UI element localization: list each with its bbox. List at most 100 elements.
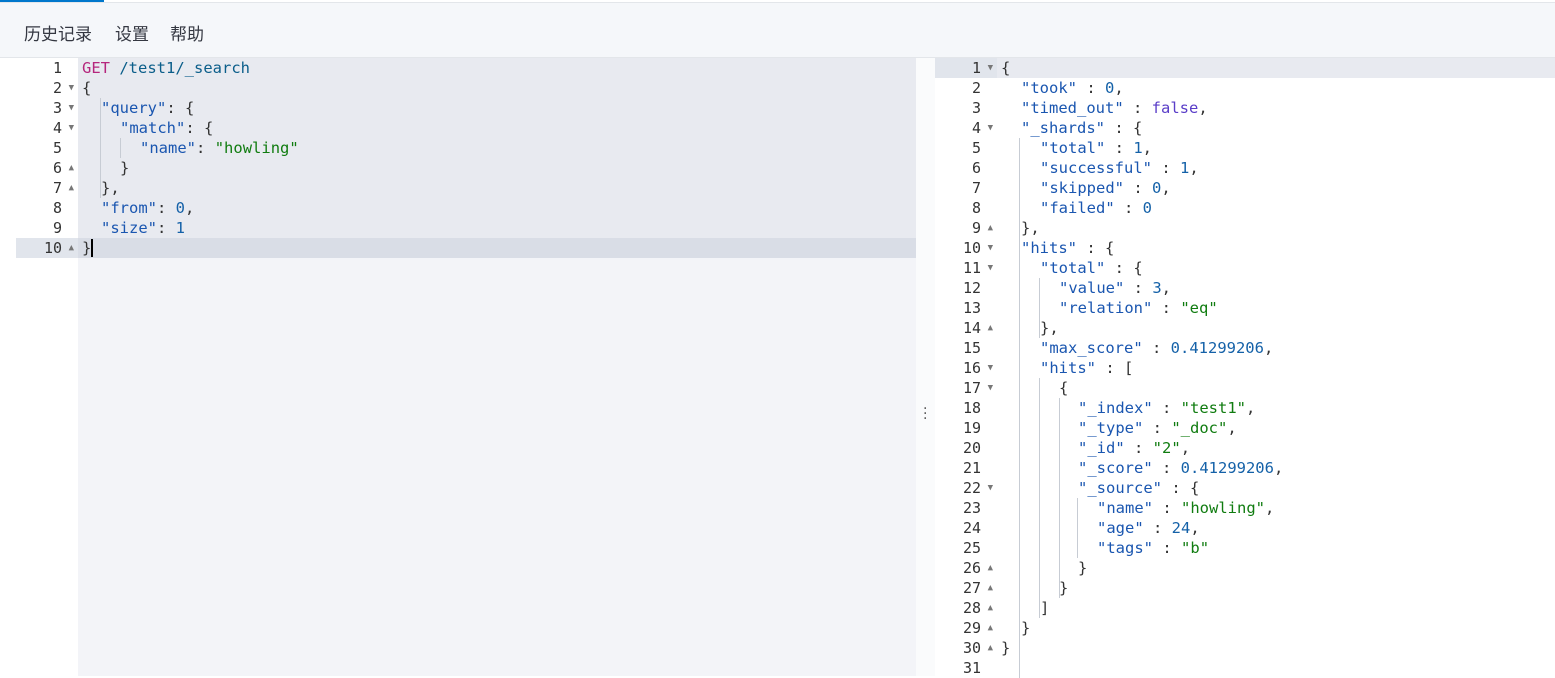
line-number: 6 ▲: [52, 158, 74, 178]
indent-guide: [120, 138, 121, 158]
code-line: "hits" : {: [1021, 239, 1115, 257]
code-line: {: [82, 79, 92, 97]
fold-up-icon[interactable]: ▲: [988, 578, 993, 598]
code-line: "name": "howling": [140, 139, 299, 157]
code-line: "took" : 0,: [1021, 79, 1124, 97]
code-line: "hits" : [: [1040, 359, 1134, 377]
indent-guide: [1039, 378, 1040, 618]
fold-up-icon[interactable]: ▲: [988, 598, 993, 618]
line-number: 1: [52, 59, 62, 77]
code-line: }: [1001, 639, 1011, 657]
line-number: 20: [962, 439, 981, 457]
fold-down-icon[interactable]: ▼: [988, 238, 993, 258]
line-number: 21: [962, 459, 981, 477]
active-line-highlight: [997, 58, 1555, 78]
fold-up-icon[interactable]: ▲: [988, 638, 993, 658]
code-line: "skipped" : 0,: [1040, 179, 1171, 197]
line-number: 13: [962, 299, 981, 317]
line-number: 8: [52, 199, 62, 217]
line-number: 22 ▼: [962, 478, 993, 498]
line-number: 8: [971, 199, 981, 217]
code-line: }: [120, 159, 130, 177]
code-line: "timed_out" : false,: [1021, 99, 1208, 117]
indent-guide: [1019, 258, 1020, 678]
fold-up-icon[interactable]: ▲: [988, 558, 993, 578]
code-line: "from": 0,: [101, 199, 195, 217]
code-line: }: [1059, 579, 1069, 597]
fold-up-icon[interactable]: ▲: [988, 218, 993, 238]
fold-down-icon[interactable]: ▼: [988, 258, 993, 278]
fold-up-icon[interactable]: ▲: [69, 178, 74, 198]
line-number: 28 ▲: [962, 598, 993, 618]
code-line: "relation" : "eq": [1059, 299, 1218, 317]
line-number: 7: [971, 179, 981, 197]
code-line: "_shards" : {: [1021, 119, 1143, 137]
line-number: 9: [52, 219, 62, 237]
line-number: 12: [962, 279, 981, 297]
fold-down-icon[interactable]: ▼: [988, 478, 993, 498]
editor-background: [78, 258, 916, 676]
code-line: "size": 1: [101, 219, 186, 237]
line-number: 25: [962, 539, 981, 557]
request-gutter: 1 2 ▼ 3 ▼ 4 ▼ 5 6 ▲ 7 ▲ 8 9 10 ▲: [16, 58, 78, 676]
indent-guide: [1019, 138, 1020, 278]
fold-down-icon[interactable]: ▼: [988, 378, 993, 398]
line-number: 31: [962, 659, 981, 677]
line-number: 26 ▲: [962, 558, 993, 578]
fold-up-icon[interactable]: ▲: [988, 318, 993, 338]
code-line: {: [1001, 59, 1011, 77]
response-code[interactable]: { "took" : 0, "timed_out" : false, "_sha…: [997, 58, 1555, 678]
fold-up-icon[interactable]: ▲: [988, 618, 993, 638]
code-line: },: [1021, 219, 1040, 237]
code-line: "name" : "howling",: [1097, 499, 1275, 517]
code-line: "match": {: [120, 119, 214, 137]
menu-history[interactable]: 历史记录: [24, 24, 92, 46]
fold-down-icon[interactable]: ▼: [988, 358, 993, 378]
code-line: "value" : 3,: [1059, 279, 1172, 297]
line-number: 30 ▲: [962, 638, 993, 658]
menu-settings[interactable]: 设置: [115, 24, 149, 46]
line-number: 10 ▼: [962, 238, 993, 258]
line-number: 16 ▼: [962, 358, 993, 378]
line-number: 7 ▲: [52, 178, 74, 198]
line-number: 15: [962, 339, 981, 357]
fold-up-icon[interactable]: ▲: [69, 158, 74, 178]
line-number: 17 ▼: [962, 378, 993, 398]
menu-help[interactable]: 帮助: [170, 24, 204, 46]
code-line: {: [1059, 379, 1069, 397]
line-number: 3 ▼: [52, 98, 74, 118]
line-number: 2 ▼: [52, 78, 74, 98]
line-number: 6: [971, 159, 981, 177]
code-line: "_source" : {: [1078, 479, 1200, 497]
fold-down-icon[interactable]: ▼: [69, 98, 74, 118]
fold-down-icon[interactable]: ▼: [69, 118, 74, 138]
line-number: 3: [971, 99, 981, 117]
request-code[interactable]: GET /test1/_search { "query": { "match":…: [78, 58, 958, 676]
code-line: "max_score" : 0.41299206,: [1040, 339, 1274, 357]
code-line: },: [101, 179, 120, 197]
line-number: 5: [971, 139, 981, 157]
menu-bar: 历史记录 设置 帮助: [0, 3, 1555, 58]
line-number: 11 ▼: [962, 258, 993, 278]
line-number: 5: [52, 139, 62, 157]
indent-guide: [1077, 498, 1078, 558]
response-viewer[interactable]: 1 ▼ 2 3 4 ▼ 5 6 7 8 9 ▲ 10 ▼ 11 ▼ 12 13 14 ▲ 15 16 ▼ 17 ▼ 18 19 20 2…: [935, 58, 1555, 678]
line-number-active: 1 ▼: [935, 58, 997, 78]
code-line: "query": {: [101, 99, 195, 117]
request-editor[interactable]: 1 2 ▼ 3 ▼ 4 ▼ 5 6 ▲ 7 ▲ 8 9 10 ▲ GET /test1/_s…: [16, 58, 958, 676]
fold-down-icon[interactable]: ▼: [988, 58, 993, 78]
code-line: "failed" : 0: [1040, 199, 1152, 217]
code-line: "_index" : "test1",: [1078, 399, 1256, 417]
fold-down-icon[interactable]: ▼: [988, 118, 993, 138]
code-line-active: }: [78, 238, 916, 258]
pane-resizer[interactable]: · · ·: [916, 58, 935, 676]
fold-down-icon[interactable]: ▼: [69, 78, 74, 98]
line-number: 18: [962, 399, 981, 417]
code-line: },: [1040, 319, 1059, 337]
code-line: "age" : 24,: [1097, 519, 1200, 537]
fold-up-icon[interactable]: ▲: [69, 238, 74, 258]
line-number: 4 ▼: [52, 118, 74, 138]
line-number: 14 ▲: [962, 318, 993, 338]
code-line: }: [1021, 619, 1031, 637]
line-number: 4 ▼: [971, 118, 993, 138]
